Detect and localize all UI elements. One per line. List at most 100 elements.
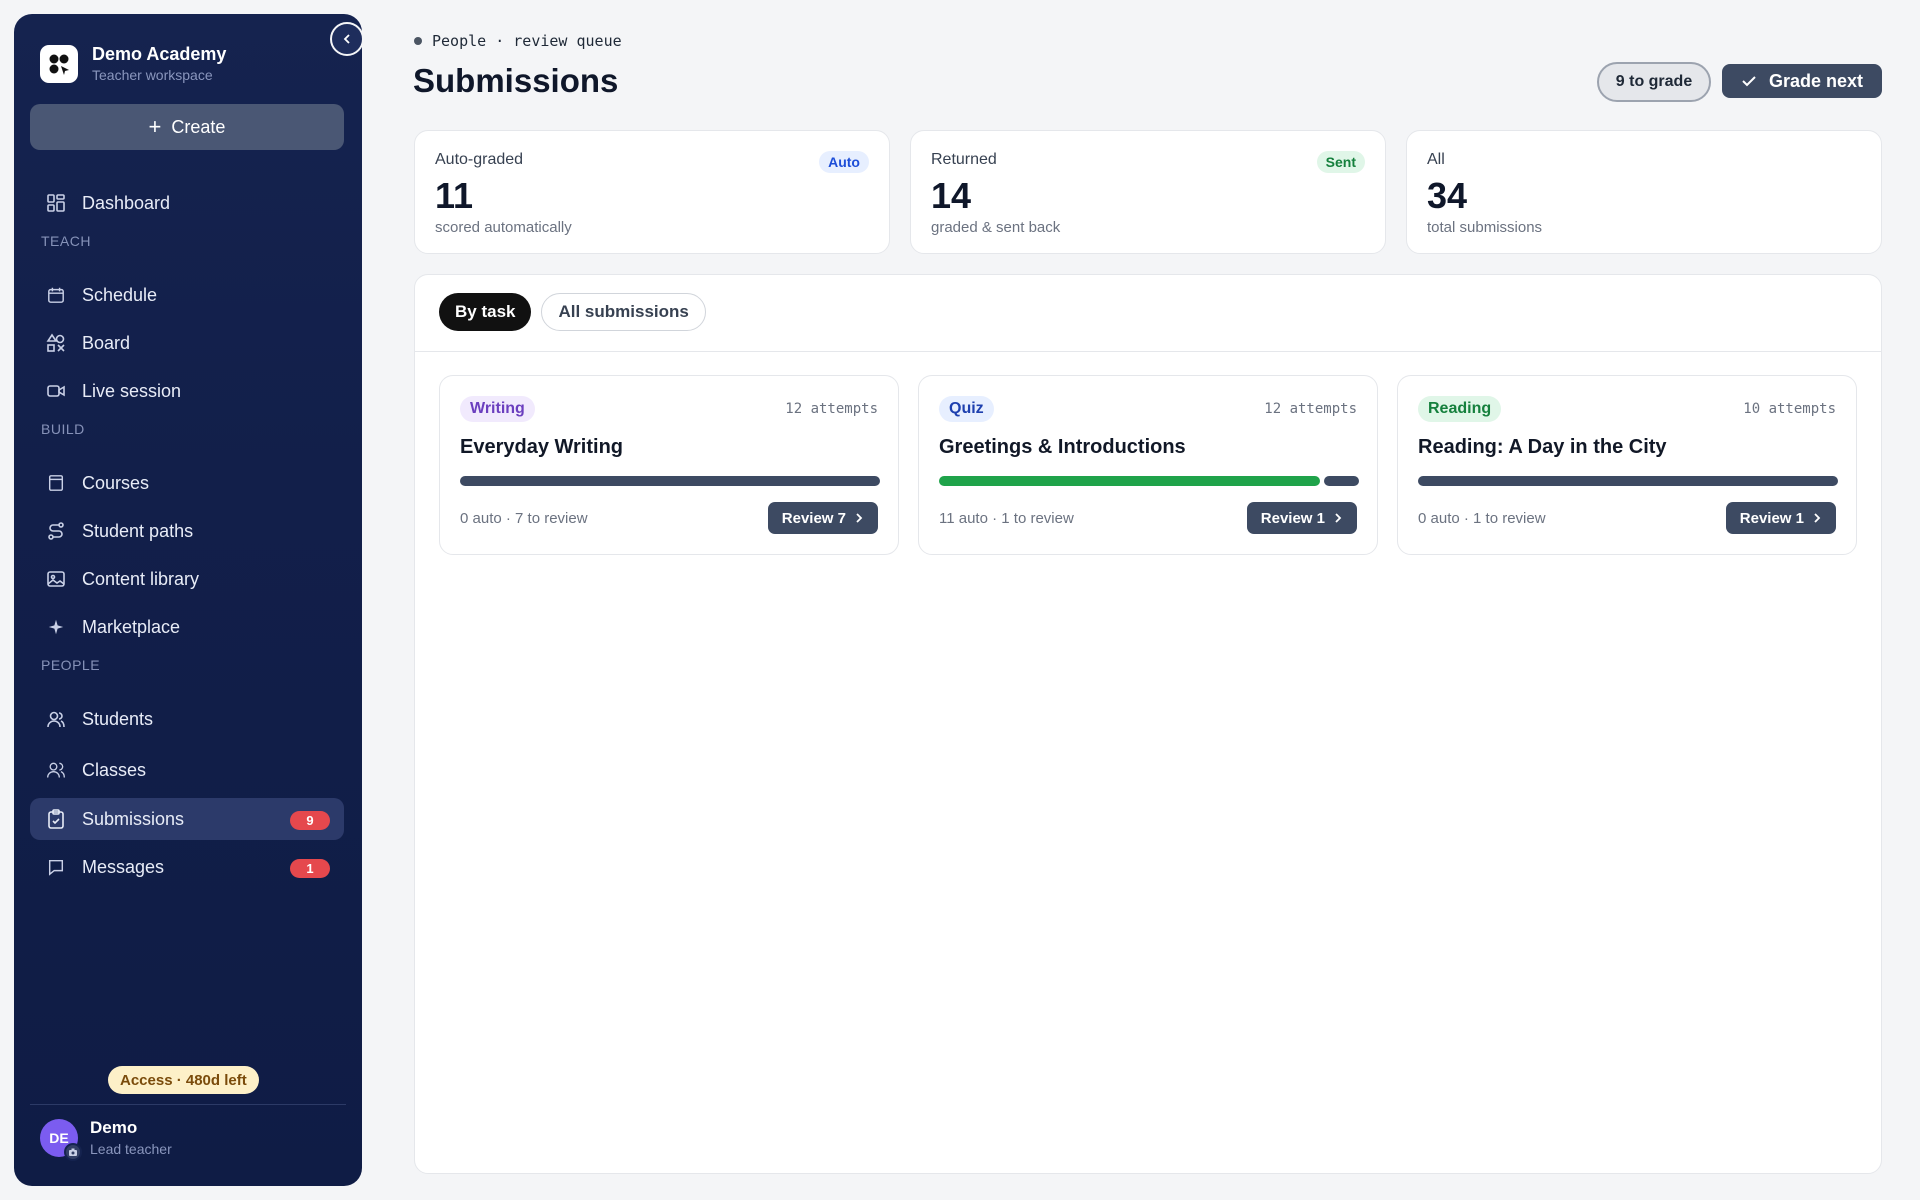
to-grade-badge[interactable]: 9 to grade xyxy=(1597,62,1711,102)
chevron-right-icon xyxy=(1333,512,1343,524)
stat-label: All xyxy=(1427,151,1445,168)
task-card[interactable]: Quiz 12 attempts Greetings & Introductio… xyxy=(918,375,1378,555)
breadcrumb: People · review queue xyxy=(414,32,622,50)
stat-card-all: All 34 total submissions xyxy=(1406,130,1882,254)
stat-sub: scored automatically xyxy=(435,219,572,236)
sidebar-item-marketplace[interactable]: Marketplace xyxy=(30,606,344,648)
camera-icon xyxy=(64,1142,82,1161)
panel-divider xyxy=(415,351,1881,352)
user-role: Lead teacher xyxy=(90,1141,172,1157)
submissions-count-badge: 9 xyxy=(290,811,330,830)
auto-graded-segment xyxy=(939,476,1321,486)
sidebar-item-label: Schedule xyxy=(82,284,158,305)
task-attempts: 10 attempts xyxy=(1743,401,1836,417)
sidebar-item-dashboard[interactable]: Dashboard xyxy=(30,182,344,224)
sidebar-item-label: Courses xyxy=(82,472,150,493)
submissions-panel: By task All submissions Writing 12 attem… xyxy=(414,274,1882,1174)
sidebar-item-label: Marketplace xyxy=(82,616,181,637)
sidebar-item-students[interactable]: Students xyxy=(30,698,344,740)
sidebar-item-messages[interactable]: Messages 1 xyxy=(30,846,344,888)
review-button[interactable]: Review 1 xyxy=(1725,502,1836,534)
check-icon xyxy=(1741,73,1757,89)
sidebar-item-submissions[interactable]: Submissions 9 xyxy=(30,798,344,840)
brand[interactable]: Demo Academy Teacher workspace xyxy=(40,44,226,83)
to-review-segment xyxy=(1324,476,1359,486)
review-label: Review 7 xyxy=(781,509,846,527)
sidebar-item-schedule[interactable]: Schedule xyxy=(30,274,344,316)
task-type-badge: Quiz xyxy=(939,396,994,422)
sidebar-item-label: Live session xyxy=(82,380,182,401)
grade-next-button[interactable]: Grade next xyxy=(1722,64,1882,98)
sidebar-item-label: Content library xyxy=(82,568,200,589)
progress-bar xyxy=(1418,476,1838,486)
plus-icon: + xyxy=(148,114,162,139)
sidebar-item-label: Dashboard xyxy=(82,192,171,213)
group-icon xyxy=(46,760,66,780)
sidebar-item-student-paths[interactable]: Student paths xyxy=(30,510,344,552)
sidebar-item-classes[interactable]: Classes xyxy=(30,749,344,791)
video-icon xyxy=(46,381,66,401)
task-type-badge: Writing xyxy=(460,396,535,422)
user-profile[interactable]: DE Demo Lead teacher xyxy=(40,1118,172,1161)
stat-card-returned: Returned Sent 14 graded & sent back xyxy=(910,130,1386,254)
sidebar-item-live-session[interactable]: Live session xyxy=(30,370,344,412)
route-icon xyxy=(46,521,66,541)
message-icon xyxy=(46,857,66,877)
book-icon xyxy=(46,473,66,493)
task-attempts: 12 attempts xyxy=(785,401,878,417)
stat-label: Returned xyxy=(931,151,997,168)
sidebar-item-content-library[interactable]: Content library xyxy=(30,558,344,600)
brand-logo-icon xyxy=(40,44,78,83)
chevron-right-icon xyxy=(854,512,864,524)
create-button[interactable]: + Create xyxy=(30,104,344,150)
to-review-segment xyxy=(1418,476,1838,486)
breadcrumb-text: People · review queue xyxy=(432,32,622,50)
create-label: Create xyxy=(171,116,226,137)
progress-bar xyxy=(939,476,1359,486)
section-teach: TEACH xyxy=(41,233,91,249)
calendar-icon xyxy=(46,285,66,305)
task-card[interactable]: Reading 10 attempts Reading: A Day in th… xyxy=(1397,375,1857,555)
sparkle-icon xyxy=(46,617,66,637)
progress-bar xyxy=(460,476,880,486)
stat-sub: total submissions xyxy=(1427,219,1543,236)
tab-all-submissions[interactable]: All submissions xyxy=(541,293,706,331)
brand-subtitle: Teacher workspace xyxy=(92,67,213,83)
shapes-icon xyxy=(46,333,66,353)
task-title: Greetings & Introductions xyxy=(939,436,1186,458)
review-button[interactable]: Review 7 xyxy=(767,502,878,534)
task-title: Everyday Writing xyxy=(460,436,624,458)
view-tabs: By task All submissions xyxy=(439,293,716,331)
chevron-left-icon xyxy=(343,34,350,44)
task-attempts: 12 attempts xyxy=(1264,401,1357,417)
chevron-right-icon xyxy=(1812,512,1822,524)
image-icon xyxy=(46,569,66,589)
review-button[interactable]: Review 1 xyxy=(1246,502,1357,534)
sidebar-divider xyxy=(30,1104,346,1105)
sidebar-item-courses[interactable]: Courses xyxy=(30,462,344,504)
sidebar-item-board[interactable]: Board xyxy=(30,322,344,364)
sidebar: Demo Academy Teacher workspace + Create … xyxy=(14,14,362,1186)
user-name: Demo xyxy=(90,1118,138,1137)
sidebar-item-label: Students xyxy=(82,708,154,729)
users-icon xyxy=(46,709,66,729)
task-meta: 11 auto · 1 to review xyxy=(939,510,1074,527)
clipboard-check-icon xyxy=(46,809,66,829)
avatar: DE xyxy=(40,1118,82,1161)
grade-next-label: Grade next xyxy=(1768,70,1864,91)
to-review-segment xyxy=(460,476,880,486)
review-label: Review 1 xyxy=(1260,509,1325,527)
status-badge: Sent xyxy=(1316,151,1365,173)
tab-by-task[interactable]: By task xyxy=(439,293,532,331)
sidebar-item-label: Classes xyxy=(82,759,147,780)
section-people: PEOPLE xyxy=(41,657,101,673)
task-type-badge: Reading xyxy=(1418,396,1502,422)
review-label: Review 1 xyxy=(1739,509,1804,527)
stat-sub: graded & sent back xyxy=(931,219,1061,236)
stat-label: Auto-graded xyxy=(435,151,524,168)
stat-value: 34 xyxy=(1427,175,1468,216)
sidebar-item-label: Submissions xyxy=(82,808,185,829)
collapse-sidebar-button[interactable] xyxy=(330,22,364,56)
page-title: Submissions xyxy=(413,62,619,99)
task-card[interactable]: Writing 12 attempts Everyday Writing 0 a… xyxy=(439,375,899,555)
